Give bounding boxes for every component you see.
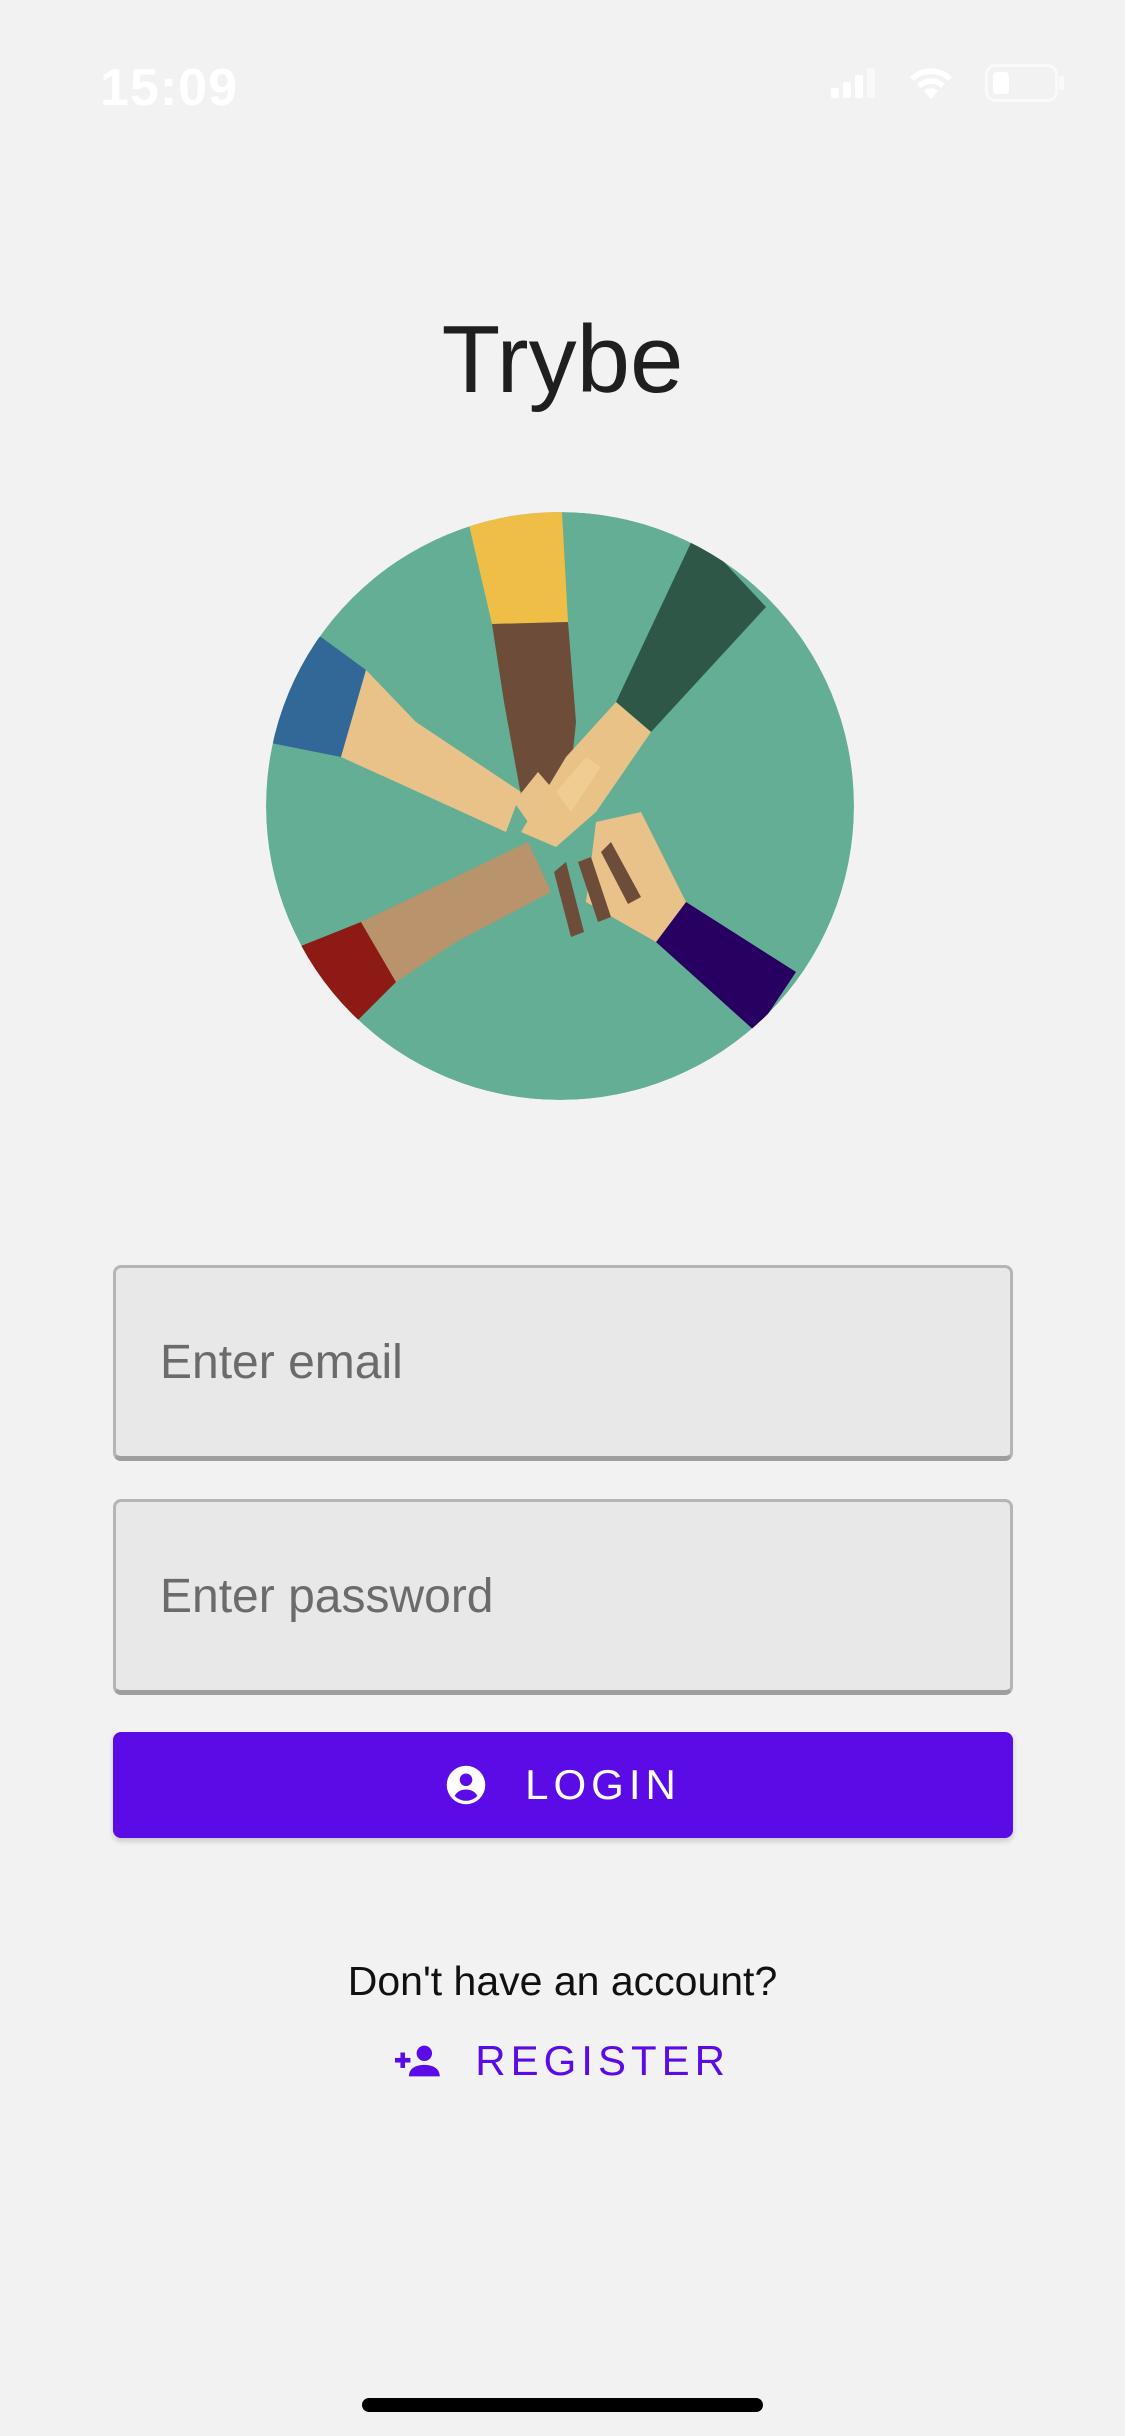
- login-button[interactable]: LOGIN: [113, 1732, 1013, 1838]
- email-input[interactable]: [116, 1268, 1010, 1456]
- email-field[interactable]: [113, 1265, 1013, 1461]
- status-bar: 15:09: [0, 0, 1125, 150]
- home-indicator: [362, 2398, 763, 2412]
- register-button[interactable]: REGISTER: [395, 2030, 730, 2092]
- team-hands-image: [266, 512, 854, 1100]
- register-prompt: Don't have an account?: [347, 1958, 778, 2004]
- battery-icon: [985, 64, 1064, 102]
- register-label: REGISTER: [475, 2037, 730, 2084]
- account-circle-icon: [446, 1765, 486, 1805]
- team-hands-illustration: [266, 512, 854, 1100]
- login-label: LOGIN: [525, 1761, 681, 1808]
- wifi-icon: [910, 68, 952, 99]
- person-add-icon: [395, 2045, 440, 2077]
- status-time: 15:09: [100, 59, 238, 117]
- signal-icon: [831, 68, 875, 98]
- status-icons: [831, 64, 1065, 102]
- app-title: Trybe: [441, 306, 684, 413]
- password-input[interactable]: [116, 1502, 1010, 1690]
- password-field[interactable]: [113, 1499, 1013, 1695]
